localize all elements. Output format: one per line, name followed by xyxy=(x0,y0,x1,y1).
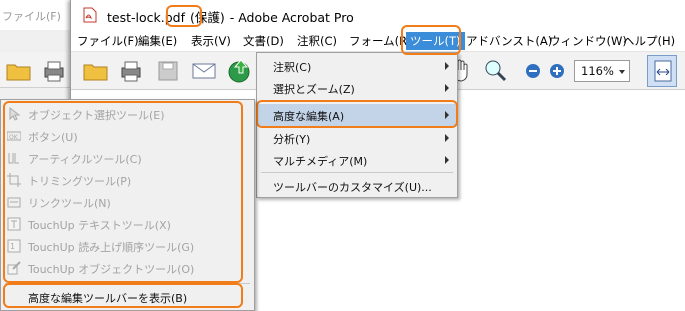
menubar: ファイル(F) 編集(E) 表示(V) 文書(D) 注釈(C) フォーム(R) … xyxy=(71,30,685,52)
submenu-arrow-icon xyxy=(445,156,449,164)
chevron-down-icon xyxy=(619,70,625,74)
submenu-arrow-icon xyxy=(445,84,449,92)
highlight-show-toolbar xyxy=(3,283,243,308)
save-icon[interactable] xyxy=(157,60,179,82)
titlebar: test-lock.pdf (保護) - Adobe Acrobat Pro xyxy=(71,0,685,30)
menu-document[interactable]: 文書(D) xyxy=(243,33,284,49)
background-toolbar xyxy=(0,52,72,88)
window-title: test-lock.pdf (保護) - Adobe Acrobat Pro xyxy=(107,7,354,26)
tools-item-comments[interactable]: 注釈(C) xyxy=(257,55,457,77)
tools-item-label: 選択とズーム(Z) xyxy=(273,83,355,96)
fit-width-button[interactable] xyxy=(647,55,677,87)
menu-help[interactable]: ヘルプ(H) xyxy=(623,33,675,49)
tools-item-analysis[interactable]: 分析(Y) xyxy=(257,127,457,149)
zoom-combobox[interactable]: 116% xyxy=(574,60,630,82)
zoom-in-icon[interactable] xyxy=(549,63,565,79)
menu-window[interactable]: ウィンドウ(W) xyxy=(549,33,627,49)
highlight-advanced-editing xyxy=(256,100,458,128)
menu-separator xyxy=(261,172,453,173)
highlight-tools-menu xyxy=(401,25,461,55)
menu-view[interactable]: 表示(V) xyxy=(191,33,231,49)
menu-edit[interactable]: 編集(E) xyxy=(138,33,177,49)
fit-width-icon xyxy=(654,60,672,82)
tools-item-label: ツールバーのカスタマイズ(U)... xyxy=(273,181,432,194)
print-icon[interactable] xyxy=(42,60,66,82)
background-menu-label: ファイル(F) xyxy=(2,10,61,23)
highlight-protected xyxy=(166,5,202,27)
tools-item-multimedia[interactable]: マルチメディア(M) xyxy=(257,149,457,171)
tools-item-label: 注釈(C) xyxy=(273,61,312,74)
tools-item-select-zoom[interactable]: 選択とズーム(Z) xyxy=(257,77,457,99)
highlight-disabled-tools xyxy=(3,101,243,283)
menu-comments[interactable]: 注釈(C) xyxy=(297,33,337,49)
menu-advanced[interactable]: アドバンスト(A) xyxy=(466,33,552,49)
tools-item-label: マルチメディア(M) xyxy=(273,155,368,168)
zoom-value: 116% xyxy=(581,64,614,78)
pdf-file-icon xyxy=(83,7,97,23)
tools-item-customize-toolbar[interactable]: ツールバーのカスタマイズ(U)... xyxy=(257,175,457,197)
tools-item-label: 分析(Y) xyxy=(273,133,311,146)
email-icon[interactable] xyxy=(191,60,217,82)
open-folder-icon[interactable] xyxy=(83,60,109,82)
zoom-out-icon[interactable] xyxy=(525,63,541,79)
menu-file[interactable]: ファイル(F) xyxy=(77,33,139,49)
folder-icon[interactable] xyxy=(6,60,32,82)
globe-upload-icon[interactable] xyxy=(227,58,253,84)
submenu-arrow-icon xyxy=(445,134,449,142)
print-icon[interactable] xyxy=(119,60,143,82)
window-app-name: - Adobe Acrobat Pro xyxy=(229,10,354,25)
zoom-tool-icon[interactable] xyxy=(483,58,507,84)
submenu-arrow-icon xyxy=(445,62,449,70)
